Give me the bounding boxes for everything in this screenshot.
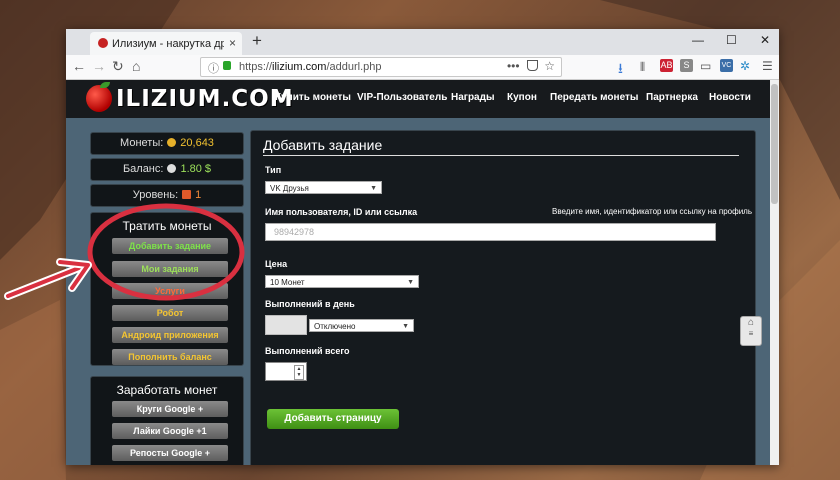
highlight-ellipse — [87, 203, 245, 301]
annotation-overlay — [4, 203, 245, 301]
annotation-arrow — [4, 258, 92, 300]
